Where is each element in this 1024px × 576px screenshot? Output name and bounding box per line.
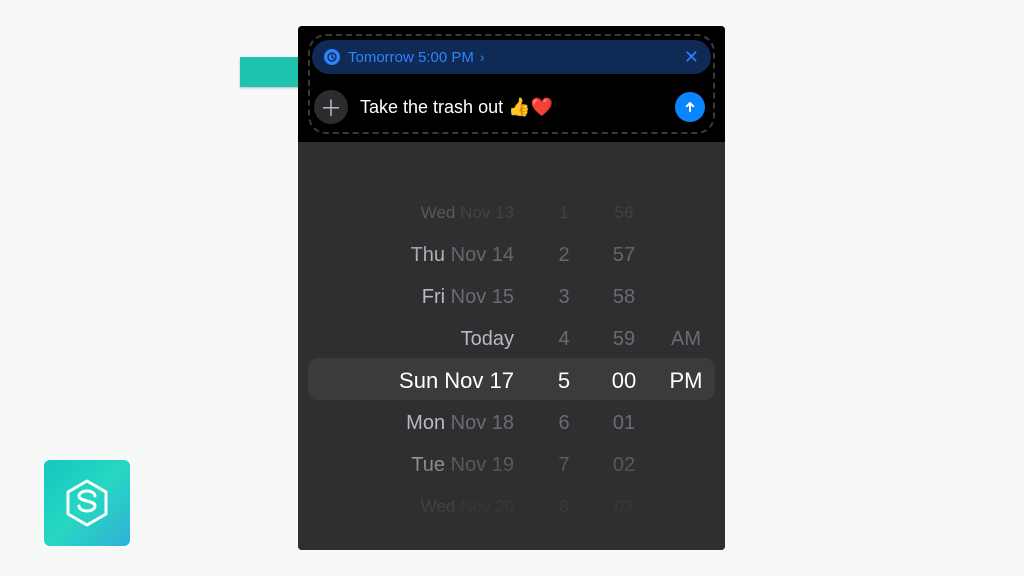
chevron-right-icon: › [480, 49, 485, 65]
today-label: Today [298, 328, 536, 351]
reminder-compose-area: Tomorrow 5:00 PM › ✕ ＋ Take the trash ou… [298, 26, 725, 142]
submit-reminder-button[interactable] [675, 92, 705, 122]
reminder-input-row: ＋ Take the trash out 👍❤️ [312, 88, 711, 124]
reminders-panel: Tomorrow 5:00 PM › ✕ ＋ Take the trash ou… [298, 26, 725, 550]
ampm-am: AM [656, 328, 716, 351]
picker-row[interactable]: Thu Nov 14 2 57 [298, 234, 725, 276]
selected-ampm: PM [656, 368, 716, 394]
due-date-chip[interactable]: Tomorrow 5:00 PM › ✕ [312, 40, 711, 74]
picker-row[interactable]: Fri Nov 15 3 58 [298, 276, 725, 318]
hex-s-icon [60, 476, 114, 530]
picker-row[interactable]: Thu Nov 21 9 04 [298, 528, 725, 550]
selected-date: Sun Nov 17 [298, 368, 536, 394]
selected-minute: 00 [592, 368, 656, 394]
add-attachment-button[interactable]: ＋ [314, 90, 348, 124]
picker-row[interactable]: Tue Nov 19 7 02 [298, 444, 725, 486]
clock-icon [324, 49, 340, 65]
picker-row[interactable]: Wed Nov 13 1 56 [298, 192, 725, 234]
selected-hour: 5 [536, 368, 592, 394]
brand-logo [44, 460, 130, 546]
reminder-text-input[interactable]: Take the trash out 👍❤️ [360, 97, 663, 118]
stage: Tomorrow 5:00 PM › ✕ ＋ Take the trash ou… [0, 0, 1024, 576]
arrow-up-icon [683, 100, 697, 114]
datetime-picker[interactable]: Tue Nov 12 12 55 Wed Nov 13 1 56 Thu Nov… [298, 142, 725, 550]
clear-due-date-button[interactable]: ✕ [684, 48, 699, 66]
picker-row[interactable]: Wed Nov 20 8 03 [298, 486, 725, 528]
due-date-label: Tomorrow 5:00 PM [348, 49, 474, 66]
picker-rows: Tue Nov 12 12 55 Wed Nov 13 1 56 Thu Nov… [298, 150, 725, 550]
picker-row[interactable]: Today 4 59 AM [298, 318, 725, 360]
picker-row[interactable]: Mon Nov 18 6 01 [298, 402, 725, 444]
picker-row[interactable]: Tue Nov 12 12 55 [298, 150, 725, 192]
picker-row-selected[interactable]: Sun Nov 17 5 00 PM [298, 360, 725, 402]
